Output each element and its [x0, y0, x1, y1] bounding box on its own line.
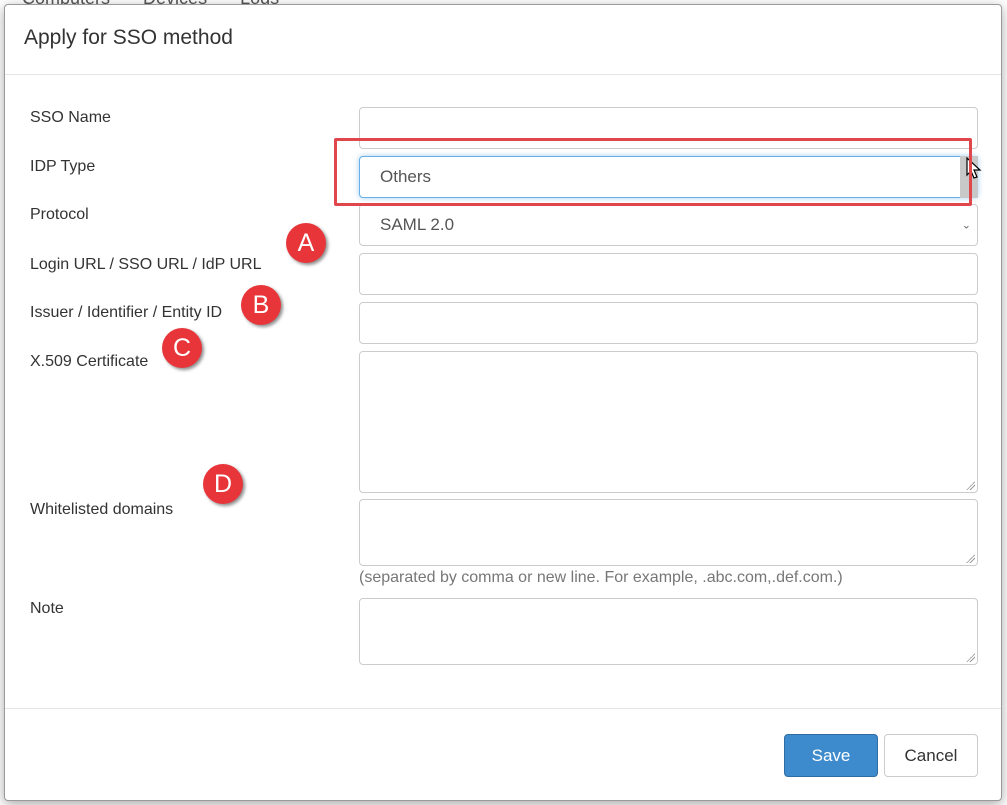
marker-d: D [203, 464, 243, 504]
marker-a: A [286, 223, 326, 263]
marker-b: B [241, 285, 281, 325]
marker-c: C [162, 328, 202, 368]
sso-dialog: Apply for SSO method SSO Name IDP Type O… [4, 4, 1002, 801]
certificate-textarea[interactable] [359, 351, 978, 493]
protocol-value: SAML 2.0 [380, 215, 455, 234]
idp-type-label: IDP Type [30, 158, 96, 175]
whitelisted-label: Whitelisted domains [30, 501, 174, 518]
protocol-select[interactable]: SAML 2.0 ⌄ [359, 204, 978, 246]
mouse-cursor-icon [966, 157, 982, 179]
note-label: Note [30, 600, 64, 617]
save-button[interactable]: Save [784, 734, 878, 777]
login-url-label: Login URL / SSO URL / IdP URL [30, 256, 262, 273]
idp-type-select[interactable]: Others ⌄ [359, 156, 978, 198]
issuer-label: Issuer / Identifier / Entity ID [30, 304, 223, 321]
resize-grip-icon[interactable] [965, 652, 975, 662]
whitelisted-help-text: (separated by comma or new line. For exa… [359, 569, 843, 586]
sso-name-label: SSO Name [30, 109, 111, 126]
whitelisted-textarea[interactable] [359, 499, 978, 566]
chevron-down-icon: ⌄ [961, 219, 971, 232]
cancel-button[interactable]: Cancel [884, 734, 978, 777]
protocol-label: Protocol [30, 206, 89, 223]
login-url-input[interactable] [359, 253, 978, 295]
dialog-title: Apply for SSO method [24, 26, 233, 49]
resize-grip-icon[interactable] [965, 553, 975, 563]
certificate-label: X.509 Certificate [30, 353, 149, 370]
resize-grip-icon[interactable] [965, 480, 975, 490]
idp-type-value: Others [380, 167, 432, 186]
issuer-input[interactable] [359, 302, 978, 344]
dialog-footer [5, 708, 1001, 709]
sso-name-input[interactable] [359, 107, 978, 149]
dialog-header: Apply for SSO method [5, 5, 1001, 75]
note-textarea[interactable] [359, 598, 978, 665]
